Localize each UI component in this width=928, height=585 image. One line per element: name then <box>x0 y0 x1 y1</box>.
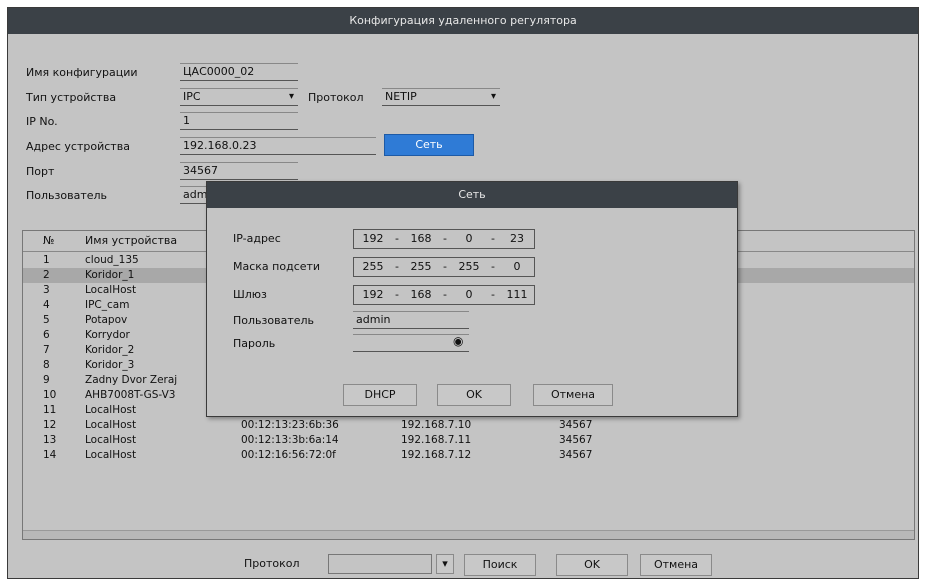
device-type-select[interactable]: IPC <box>180 88 298 106</box>
gateway-label: Шлюз <box>233 288 267 301</box>
mask-octet-3: 255 <box>458 260 480 273</box>
row-no: 13 <box>43 434 57 446</box>
row-no: 6 <box>43 329 50 341</box>
row-no: 10 <box>43 389 57 401</box>
row-no: 7 <box>43 344 50 356</box>
row-no: 9 <box>43 374 50 386</box>
row-port: 34567 <box>559 449 593 461</box>
row-ip: 192.168.7.10 <box>401 419 472 431</box>
table-row[interactable]: 13 LocalHost 00:12:13:3b:6a:14 192.168.7.11… <box>23 433 914 448</box>
gateway-octet-4: 111 <box>506 288 528 301</box>
subnet-mask-label: Маска подсети <box>233 260 321 273</box>
row-ip: 192.168.7.12 <box>401 449 472 461</box>
row-mac: 00:12:16:56:72:0f <box>241 449 336 461</box>
network-dialog-title: Сеть <box>207 182 737 208</box>
row-no: 2 <box>43 269 50 281</box>
row-device-name: LocalHost <box>85 449 137 461</box>
mask-octet-1: 255 <box>362 260 384 273</box>
dhcp-button[interactable]: DHCP <box>343 384 417 406</box>
table-row[interactable]: 14 LocalHost 00:12:16:56:72:0f 192.168.7.12… <box>23 448 914 463</box>
gateway-octet-2: 168 <box>410 288 432 301</box>
gateway-input[interactable]: 192-168-0-111 <box>353 285 535 305</box>
config-name-input[interactable]: ЦАС0000_02 <box>180 63 298 81</box>
ip-no-input[interactable]: 1 <box>180 112 298 130</box>
row-no: 4 <box>43 299 50 311</box>
gateway-octet-3: 0 <box>465 288 473 301</box>
row-no: 1 <box>43 254 50 266</box>
row-no: 14 <box>43 449 57 461</box>
ip-octet-1: 192 <box>362 232 384 245</box>
mask-octet-4: 0 <box>513 260 521 273</box>
row-device-name: LocalHost <box>85 419 137 431</box>
horizontal-scrollbar[interactable] <box>23 530 914 539</box>
password-input[interactable] <box>353 334 469 352</box>
header-no: № <box>43 234 55 247</box>
header-device-name: Имя устройства <box>85 234 178 247</box>
row-no: 3 <box>43 284 50 296</box>
protocol-value: NETIP <box>385 90 417 103</box>
password-label: Пароль <box>233 337 276 350</box>
ip-octet-2: 168 <box>410 232 432 245</box>
row-no: 11 <box>43 404 57 416</box>
gateway-octet-1: 192 <box>362 288 384 301</box>
protocol-select[interactable]: NETIP <box>382 88 500 106</box>
subnet-mask-input[interactable]: 255-255-255-0 <box>353 257 535 277</box>
eye-icon[interactable]: ◉ <box>453 334 463 348</box>
ok-button[interactable]: OK <box>556 554 628 576</box>
bottom-bar: Протокол ▾ Поиск OK Отмена <box>8 544 918 578</box>
row-mac: 00:12:13:23:6b:36 <box>241 419 339 431</box>
network-button[interactable]: Сеть <box>384 134 474 156</box>
dialog-user-label: Пользователь <box>233 314 315 327</box>
cancel-button[interactable]: Отмена <box>640 554 712 576</box>
row-no: 5 <box>43 314 50 326</box>
row-mac: 00:12:13:3b:6a:14 <box>241 434 339 446</box>
port-label: Порт <box>26 165 55 178</box>
row-port: 34567 <box>559 419 593 431</box>
ip-address-label: IP-адрес <box>233 232 281 245</box>
bottom-protocol-label: Протокол <box>244 557 300 570</box>
row-no: 8 <box>43 359 50 371</box>
ip-address-input[interactable]: 192-168-0-23 <box>353 229 535 249</box>
dialog-user-input[interactable]: admin <box>353 311 469 329</box>
row-no: 12 <box>43 419 57 431</box>
config-name-label: Имя конфигурации <box>26 66 138 79</box>
ip-octet-4: 23 <box>510 232 524 245</box>
row-port: 34567 <box>559 434 593 446</box>
network-dialog: Сеть IP-адрес 192-168-0-23 Маска подсети… <box>206 181 738 417</box>
device-type-value: IPC <box>183 90 201 103</box>
device-address-label: Адрес устройства <box>26 140 130 153</box>
protocol-label: Протокол <box>308 91 364 104</box>
window-title: Конфигурация удаленного регулятора <box>8 8 918 34</box>
device-address-input[interactable]: 192.168.0.23 <box>180 137 376 155</box>
row-ip: 192.168.7.11 <box>401 434 472 446</box>
ip-no-label: IP No. <box>26 115 58 128</box>
table-row[interactable]: 12 LocalHost 00:12:13:23:6b:36 192.168.7.10… <box>23 418 914 433</box>
port-input[interactable]: 34567 <box>180 162 298 180</box>
row-device-name: LocalHost <box>85 434 137 446</box>
ip-octet-3: 0 <box>465 232 473 245</box>
chevron-down-icon[interactable]: ▾ <box>436 554 454 574</box>
bottom-protocol-select[interactable] <box>328 554 432 574</box>
dialog-cancel-button[interactable]: Отмена <box>533 384 613 406</box>
search-button[interactable]: Поиск <box>464 554 536 576</box>
user-label: Пользователь <box>26 189 108 202</box>
dialog-ok-button[interactable]: OK <box>437 384 511 406</box>
device-type-label: Тип устройства <box>26 91 117 104</box>
mask-octet-2: 255 <box>410 260 432 273</box>
